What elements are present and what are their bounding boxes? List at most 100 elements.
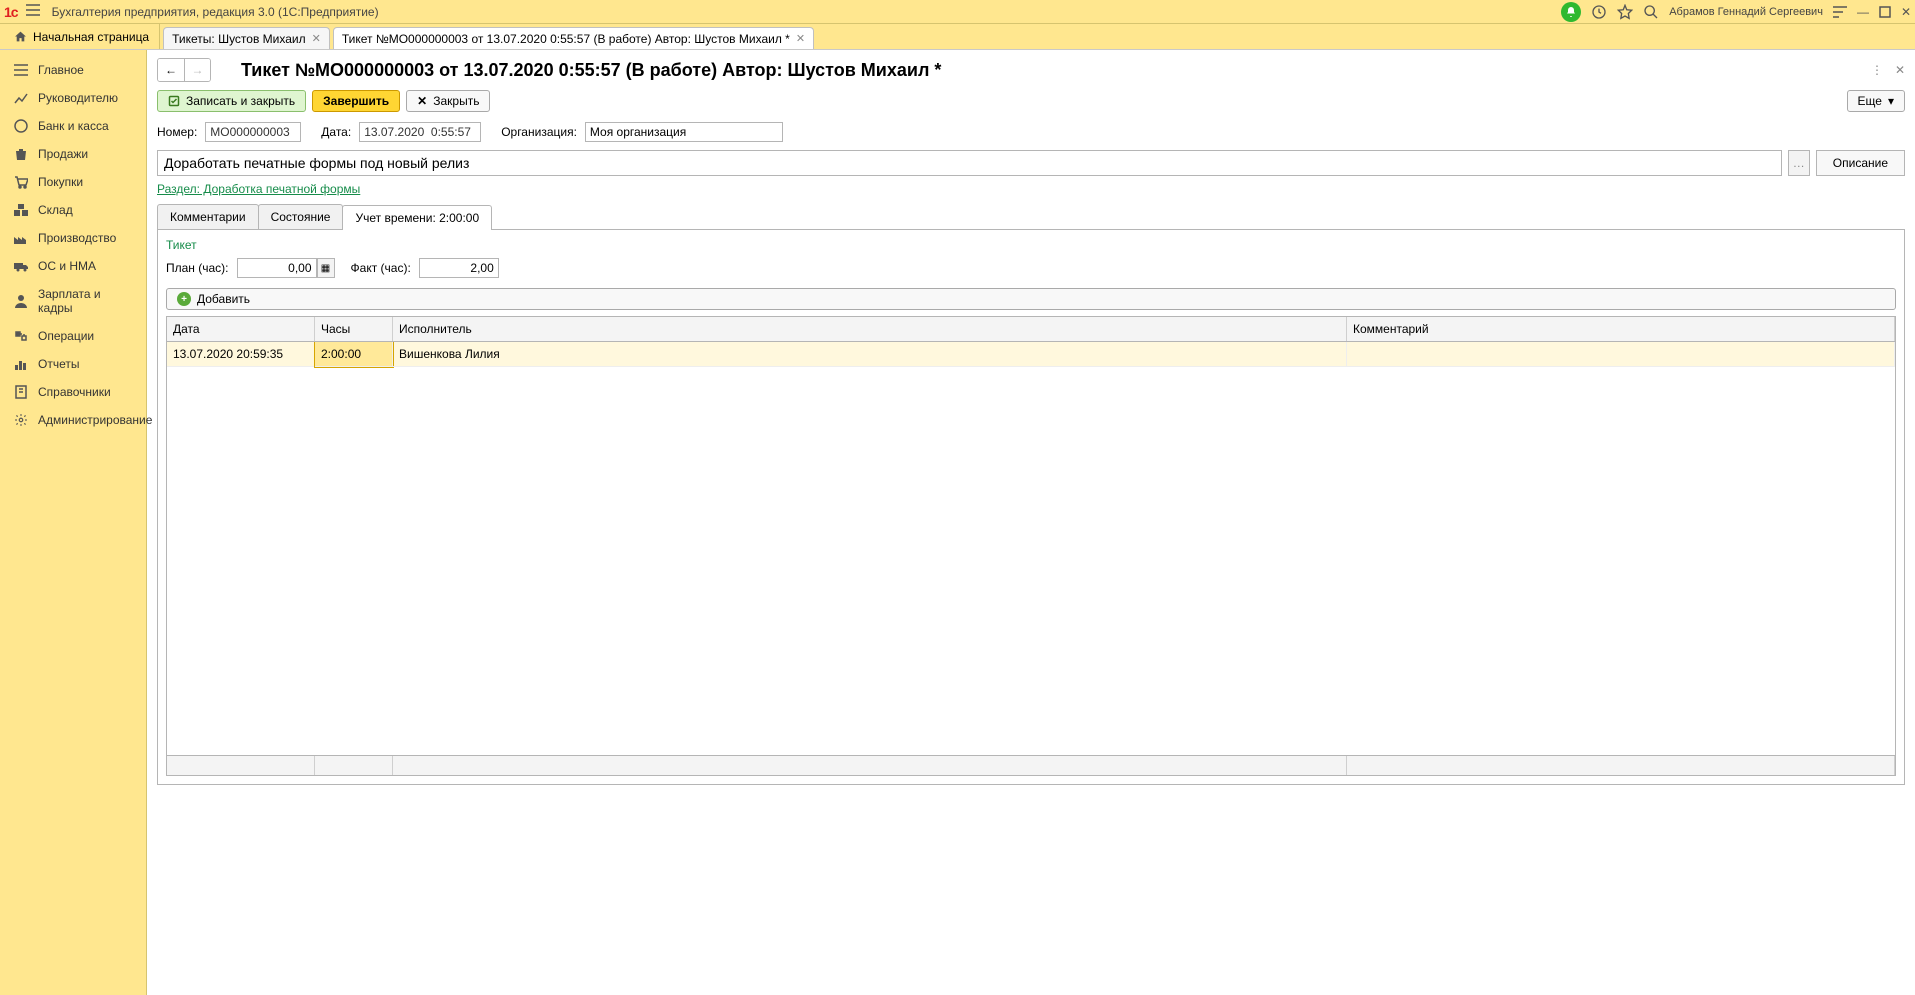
ticket-link[interactable]: Тикет	[166, 238, 1896, 252]
nav-sales[interactable]: Продажи	[0, 140, 146, 168]
nav-bank[interactable]: Банк и касса	[0, 112, 146, 140]
app-title: Бухгалтерия предприятия, редакция 3.0 (1…	[52, 5, 1562, 19]
org-label: Организация:	[501, 125, 577, 139]
tab-content: Тикет План (час): ▦ Факт (час): + Добави…	[157, 230, 1905, 785]
kebab-icon[interactable]: ⋮	[1871, 63, 1883, 77]
time-grid: Дата Часы Исполнитель Комментарий 13.07.…	[166, 316, 1896, 776]
search-icon[interactable]	[1643, 4, 1659, 20]
tabbar: Начальная страница Тикеты: Шустов Михаил…	[0, 24, 1915, 50]
date-field[interactable]	[359, 122, 481, 142]
gear-icon	[14, 413, 28, 427]
tab-ticket-detail[interactable]: Тикет №МО000000003 от 13.07.2020 0:55:57…	[333, 27, 814, 49]
close-page-icon[interactable]: ✕	[1895, 63, 1905, 77]
username-label[interactable]: Абрамов Геннадий Сергеевич	[1669, 6, 1823, 18]
bag-icon	[14, 147, 28, 161]
person-icon	[14, 294, 28, 308]
list-icon	[14, 64, 28, 76]
number-field[interactable]	[205, 122, 301, 142]
header-fields-row: Номер: Дата: Организация:	[157, 122, 1905, 142]
cell-date[interactable]: 13.07.2020 20:59:35	[167, 342, 315, 367]
sidebar: Главное Руководителю Банк и касса Продаж…	[0, 50, 147, 995]
nav-operations[interactable]: Операции	[0, 322, 146, 350]
cell-executor[interactable]: Вишенкова Лилия	[393, 342, 1347, 367]
col-hours[interactable]: Часы	[315, 317, 393, 341]
calc-button[interactable]: ▦	[317, 258, 335, 278]
plan-label: План (час):	[166, 261, 229, 275]
close-button[interactable]: ✕ Закрыть	[406, 90, 490, 112]
notifications-icon[interactable]	[1561, 2, 1581, 22]
more-button[interactable]: Еще ▾	[1847, 90, 1905, 112]
main-content: ← → Тикет №МО000000003 от 13.07.2020 0:5…	[147, 50, 1915, 995]
nav-warehouse[interactable]: Склад	[0, 196, 146, 224]
close-icon[interactable]: ✕	[1901, 5, 1911, 19]
date-label: Дата:	[321, 125, 351, 139]
nav-reports[interactable]: Отчеты	[0, 350, 146, 378]
factory-icon	[14, 232, 28, 244]
grid-body[interactable]: 13.07.2020 20:59:35 2:00:00 Вишенкова Ли…	[167, 342, 1895, 755]
cell-comment[interactable]	[1347, 342, 1895, 367]
number-label: Номер:	[157, 125, 197, 139]
plan-input[interactable]	[237, 258, 317, 278]
section-link[interactable]: Раздел: Доработка печатной формы	[157, 182, 360, 196]
nav-admin[interactable]: Администрирование	[0, 406, 146, 434]
grid-footer	[167, 755, 1895, 775]
x-icon: ✕	[417, 94, 427, 108]
page-title: Тикет №МО000000003 от 13.07.2020 0:55:57…	[241, 60, 1859, 81]
nav-production[interactable]: Производство	[0, 224, 146, 252]
subtabs: Комментарии Состояние Учет времени: 2:00…	[157, 204, 1905, 230]
description-button[interactable]: Описание	[1816, 150, 1905, 176]
finish-button[interactable]: Завершить	[312, 90, 400, 112]
nav-assets[interactable]: ОС и НМА	[0, 252, 146, 280]
tab-label: Тикет №МО000000003 от 13.07.2020 0:55:57…	[342, 32, 790, 46]
titlebar: 1c Бухгалтерия предприятия, редакция 3.0…	[0, 0, 1915, 24]
fact-label: Факт (час):	[351, 261, 411, 275]
tab-tickets[interactable]: Тикеты: Шустов Михаил ✕	[163, 27, 330, 49]
star-icon[interactable]	[1617, 4, 1633, 20]
org-field[interactable]	[585, 122, 783, 142]
nav-buttons: ← →	[157, 58, 211, 82]
plus-icon: +	[177, 292, 191, 306]
col-date[interactable]: Дата	[167, 317, 315, 341]
tab-close-icon[interactable]: ✕	[312, 32, 321, 45]
truck-icon	[14, 260, 28, 272]
back-button[interactable]: ←	[158, 59, 184, 81]
chevron-down-icon: ▾	[1888, 94, 1894, 108]
fact-input[interactable]	[419, 258, 499, 278]
tab-home-label: Начальная страница	[33, 30, 149, 44]
coin-icon	[14, 119, 28, 133]
nav-main[interactable]: Главное	[0, 56, 146, 84]
add-button[interactable]: + Добавить	[166, 288, 1896, 310]
subject-picker-button[interactable]: …	[1788, 150, 1810, 176]
tab-home[interactable]: Начальная страница	[4, 24, 160, 49]
barchart-icon	[14, 358, 28, 370]
tab-time-tracking[interactable]: Учет времени: 2:00:00	[342, 205, 492, 230]
col-comment[interactable]: Комментарий	[1347, 317, 1895, 341]
cell-hours[interactable]: 2:00:00	[315, 342, 393, 367]
app-logo: 1c	[4, 4, 18, 20]
boxes-icon	[14, 204, 28, 216]
tab-label: Тикеты: Шустов Михаил	[172, 32, 306, 46]
history-icon[interactable]	[1591, 4, 1607, 20]
nav-manager[interactable]: Руководителю	[0, 84, 146, 112]
ops-icon	[14, 330, 28, 342]
toolbar: Записать и закрыть Завершить ✕ Закрыть Е…	[157, 90, 1905, 112]
col-executor[interactable]: Исполнитель	[393, 317, 1347, 341]
grid-header: Дата Часы Исполнитель Комментарий	[167, 317, 1895, 342]
cart-icon	[14, 175, 28, 189]
nav-purchases[interactable]: Покупки	[0, 168, 146, 196]
chart-icon	[14, 92, 28, 104]
nav-hr[interactable]: Зарплата и кадры	[0, 280, 146, 322]
settings-icon[interactable]	[1833, 5, 1847, 19]
menu-icon[interactable]	[26, 4, 42, 19]
nav-catalogs[interactable]: Справочники	[0, 378, 146, 406]
subject-field[interactable]	[157, 150, 1782, 176]
tab-comments[interactable]: Комментарии	[157, 204, 259, 229]
tab-close-icon[interactable]: ✕	[796, 32, 805, 45]
table-row[interactable]: 13.07.2020 20:59:35 2:00:00 Вишенкова Ли…	[167, 342, 1895, 367]
maximize-icon[interactable]	[1879, 6, 1891, 18]
minimize-icon[interactable]: —	[1857, 5, 1869, 19]
tab-state[interactable]: Состояние	[258, 204, 344, 229]
save-close-button[interactable]: Записать и закрыть	[157, 90, 306, 112]
forward-button[interactable]: →	[184, 59, 210, 81]
book-icon	[14, 385, 28, 399]
